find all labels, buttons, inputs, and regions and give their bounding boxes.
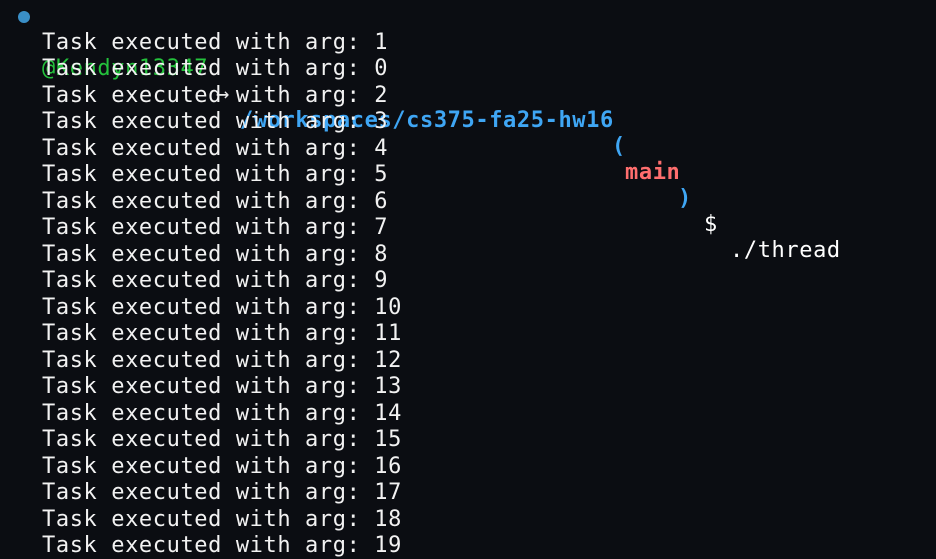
status-dot-icon [18, 11, 30, 23]
output-line: Task executed with arg: 9 [42, 268, 389, 293]
prompt-branch: main [625, 160, 681, 185]
output-line: Task executed with arg: 4 [42, 136, 389, 161]
output-line: Task executed with arg: 8 [42, 242, 389, 267]
prompt-line: @Kendyn13347 → /workspaces/cs375-fa25-hw… [0, 4, 840, 263]
prompt-paren-close: ) [678, 186, 692, 211]
prompt-command: ./thread [730, 238, 841, 263]
output-line: Task executed with arg: 11 [42, 321, 402, 346]
output-line: Task executed with arg: 2 [42, 83, 389, 108]
output-line: Task executed with arg: 13 [42, 374, 402, 399]
output-line: Task executed with arg: 19 [42, 533, 402, 558]
output-line: Task executed with arg: 6 [42, 189, 389, 214]
output-line: Task executed with arg: 0 [42, 56, 389, 81]
output-line: Task executed with arg: 17 [42, 480, 402, 505]
output-line: Task executed with arg: 12 [42, 348, 402, 373]
terminal-window[interactable]: @Kendyn13347 → /workspaces/cs375-fa25-hw… [0, 0, 936, 558]
output-line: Task executed with arg: 18 [42, 507, 402, 532]
output-line: Task executed with arg: 14 [42, 401, 402, 426]
output-line: Task executed with arg: 16 [42, 454, 402, 479]
prompt-dollar: $ [704, 212, 718, 237]
output-line: Task executed with arg: 5 [42, 162, 389, 187]
output-line: Task executed with arg: 7 [42, 215, 389, 240]
output-line: Task executed with arg: 1 [42, 30, 389, 55]
output-line: Task executed with arg: 15 [42, 427, 402, 452]
output-line: Task executed with arg: 10 [42, 295, 402, 320]
prompt-paren-open: ( [612, 134, 626, 159]
output-line: Task executed with arg: 3 [42, 109, 389, 134]
